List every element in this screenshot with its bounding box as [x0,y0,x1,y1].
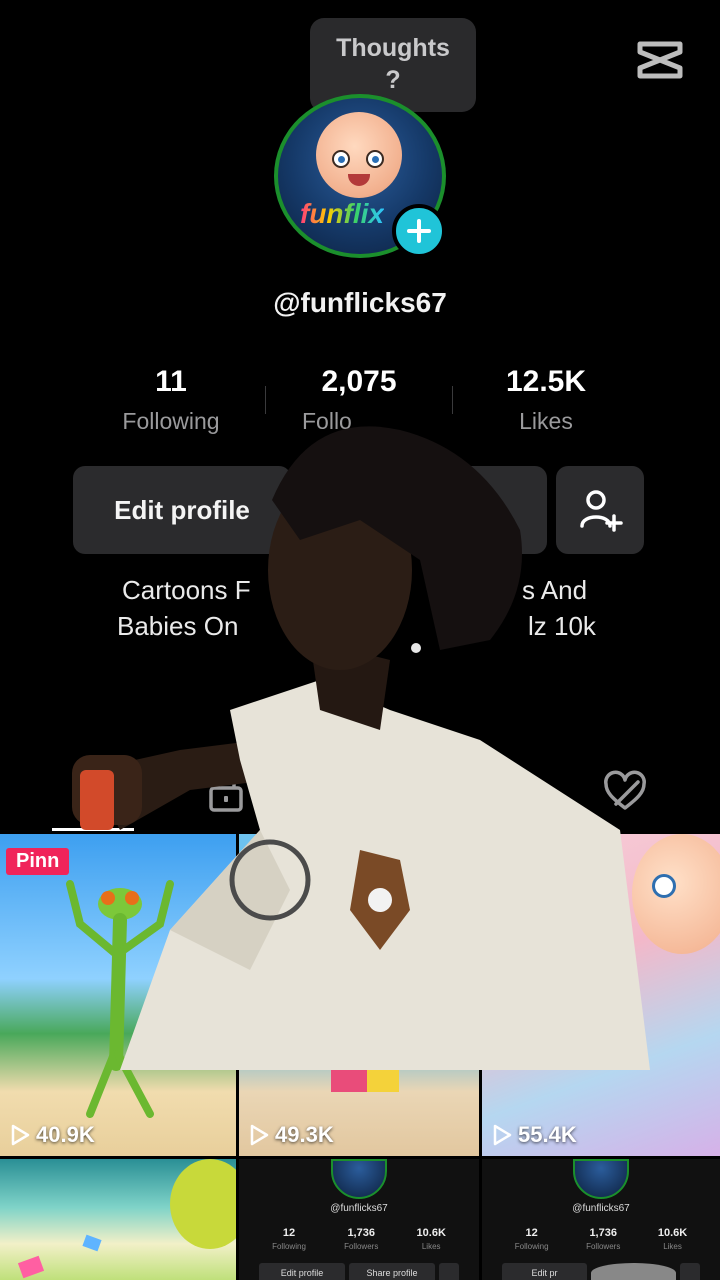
view-count-text: 40.9K [36,1122,95,1147]
mini-overlay-shape [591,1263,676,1280]
username: @funflicks67 [273,287,447,318]
plus-icon [407,219,431,243]
mini-stat-likes: 10.6K Likes [416,1227,446,1251]
following-count: 11 [155,365,187,398]
mini-stat-following: 12 Following [514,1227,549,1251]
reaction-person-overlay [72,426,650,1070]
mini-edit-button: Edit profile [259,1263,345,1280]
mini-stat-followers: 1,736 Followers [586,1227,621,1251]
mini-share-button: Share profile [349,1263,435,1280]
play-icon [493,1124,512,1146]
mini-username: @funflicks67 [330,1203,388,1214]
play-icon [11,1124,30,1146]
video-thumbnail[interactable] [0,1159,236,1280]
view-count: 40.9K [10,1122,95,1148]
mini-stat-likes: 10.6K Likes [657,1227,688,1251]
view-count-text: 55.4K [518,1122,577,1147]
mini-add-friend-icon [439,1263,459,1280]
mini-stat-followers: 1,736 Followers [344,1227,379,1251]
avatar-brand-logo: funflix [300,198,384,229]
add-photo-button[interactable] [392,204,446,258]
view-count-text: 49.3K [275,1122,334,1147]
view-count: 49.3K [249,1122,334,1148]
likes-count: 12.5K [505,365,587,398]
thoughts-question: ? [385,66,401,94]
video-thumbnail[interactable]: @funflicks67 12 Following 1,736 Followers … [482,1159,720,1280]
capcut-logo-icon [637,41,683,79]
play-icon [250,1124,269,1146]
mini-stat-following: 12 Following [272,1227,306,1251]
mini-username: @funflicks67 [572,1203,630,1214]
followers-count: 2,075 [321,365,397,398]
thoughts-text: Thoughts [336,34,450,62]
view-count: 55.4K [492,1122,577,1148]
mini-avatar [331,1159,387,1199]
video-thumbnail[interactable]: @funflicks67 12 Following 1,736 Followers … [239,1159,479,1280]
mini-profile-screenshot: @funflicks67 12 Following 1,736 Followers … [482,1159,720,1280]
mini-edit-button: Edit pr [502,1263,587,1280]
mini-add-friend-icon [680,1263,700,1280]
mini-avatar [573,1159,629,1199]
mini-profile-screenshot: @funflicks67 12 Following 1,736 Followers … [239,1159,479,1280]
